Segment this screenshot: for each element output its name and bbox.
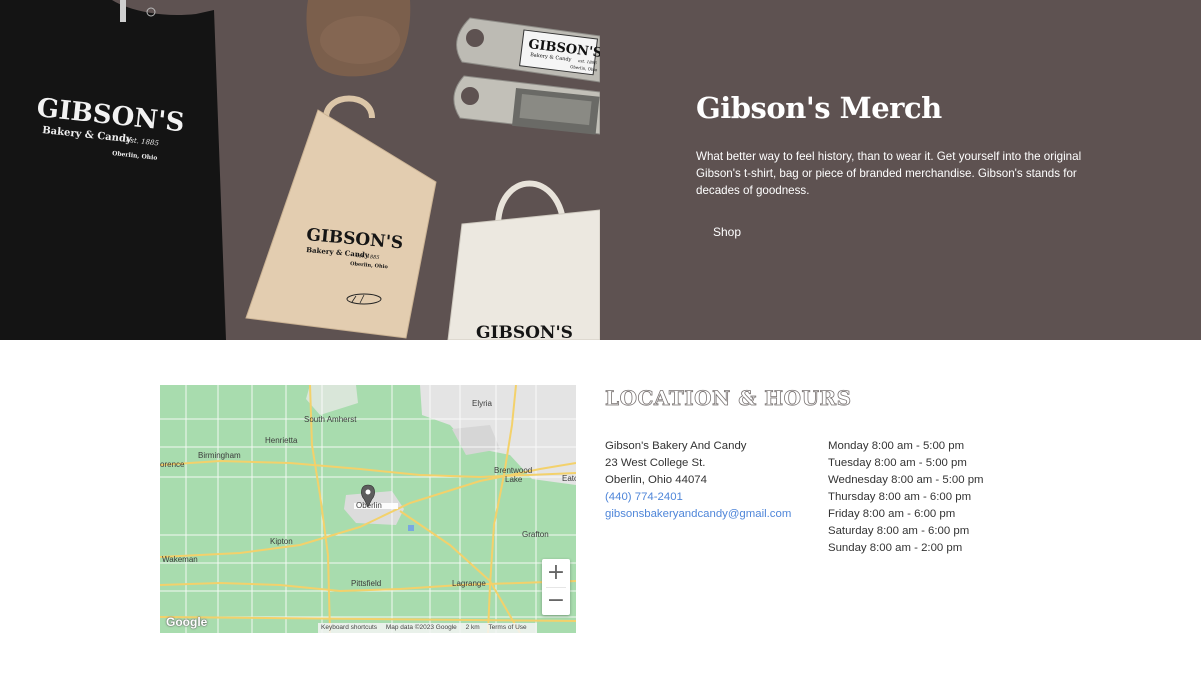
map-canvas[interactable]: Elyria South Amherst Henrietta Birmingha… xyxy=(160,385,576,633)
map-label-south-amherst: South Amherst xyxy=(304,415,357,424)
hours-monday: Monday 8:00 am - 5:00 pm xyxy=(828,440,965,452)
bottle-opener-image: GIBSON'S Bakery & Candy est. 1885 Oberli… xyxy=(456,17,600,83)
merch-description: What better way to feel history, than to… xyxy=(696,150,1082,198)
merch-title: Gibson's Merch xyxy=(696,91,942,125)
hours-sunday: Sunday 8:00 am - 2:00 pm xyxy=(828,542,963,554)
business-name: Gibson's Bakery And Candy xyxy=(605,440,747,452)
merch-banner: GIBSON'S Bakery & Candy est. 1885 Oberli… xyxy=(0,0,1201,340)
zoom-in-button[interactable]: + xyxy=(542,559,570,587)
merch-copy: Gibson's Merch What better way to feel h… xyxy=(696,88,1116,200)
hours-saturday: Saturday 8:00 am - 6:00 pm xyxy=(828,525,970,537)
map-label-eaton: Eato xyxy=(562,474,576,483)
street-address: 23 West College St. xyxy=(605,457,706,469)
map-label-florence: orence xyxy=(160,460,185,469)
map-label-henrietta: Henrietta xyxy=(265,436,298,445)
google-logo[interactable]: Google xyxy=(166,615,207,629)
merch-photo: GIBSON'S Bakery & Candy est. 1885 Oberli… xyxy=(0,0,600,340)
city-state-zip: Oberlin, Ohio 44074 xyxy=(605,474,707,486)
hours-friday: Friday 8:00 am - 6:00 pm xyxy=(828,508,956,520)
bottle-opener-photo-image xyxy=(453,75,600,135)
hours-list: Monday 8:00 am - 5:00 pm Tuesday 8:00 am… xyxy=(828,438,984,557)
map-label-wakeman: Wakeman xyxy=(162,555,198,564)
email-link[interactable]: gibsonsbakeryandcandy@gmail.com xyxy=(605,506,791,523)
address-block: Gibson's Bakery And Candy 23 West Colleg… xyxy=(605,438,791,523)
map-label-brentwood: Brentwood xyxy=(494,466,532,475)
shop-button[interactable]: Shop xyxy=(696,218,756,246)
location-map[interactable]: Elyria South Amherst Henrietta Birmingha… xyxy=(160,385,576,633)
map-label-kipton: Kipton xyxy=(270,537,293,546)
tote-bag-image xyxy=(323,95,375,119)
tshirt-image xyxy=(0,0,226,340)
tote2-brand-text: GIBSON'S xyxy=(476,323,573,340)
map-label-lake: Lake xyxy=(505,475,523,484)
map-footer: Keyboard shortcuts Map data ©2023 Google… xyxy=(318,623,537,633)
phone-link[interactable]: (440) 774-2401 xyxy=(605,489,791,506)
zoom-controls: + − xyxy=(542,559,570,615)
map-data-text: Map data ©2023 Google xyxy=(385,624,457,631)
map-label-lagrange: Lagrange xyxy=(452,579,486,588)
zoom-out-button[interactable]: − xyxy=(542,587,570,615)
map-label-elyria: Elyria xyxy=(472,399,493,408)
hours-wednesday: Wednesday 8:00 am - 5:00 pm xyxy=(828,474,984,486)
map-label-grafton: Grafton xyxy=(522,530,549,539)
location-heading: LOCATION & HOURS xyxy=(605,386,852,411)
map-label-pittsfield: Pittsfield xyxy=(351,579,381,588)
hours-tuesday: Tuesday 8:00 am - 5:00 pm xyxy=(828,457,967,469)
keyboard-shortcuts-link[interactable]: Keyboard shortcuts xyxy=(321,624,377,631)
terms-link[interactable]: Terms of Use xyxy=(488,624,526,631)
map-label-birmingham: Birmingham xyxy=(198,451,241,460)
map-scale[interactable]: 2 km xyxy=(466,624,480,631)
hours-thursday: Thursday 8:00 am - 6:00 pm xyxy=(828,491,972,503)
